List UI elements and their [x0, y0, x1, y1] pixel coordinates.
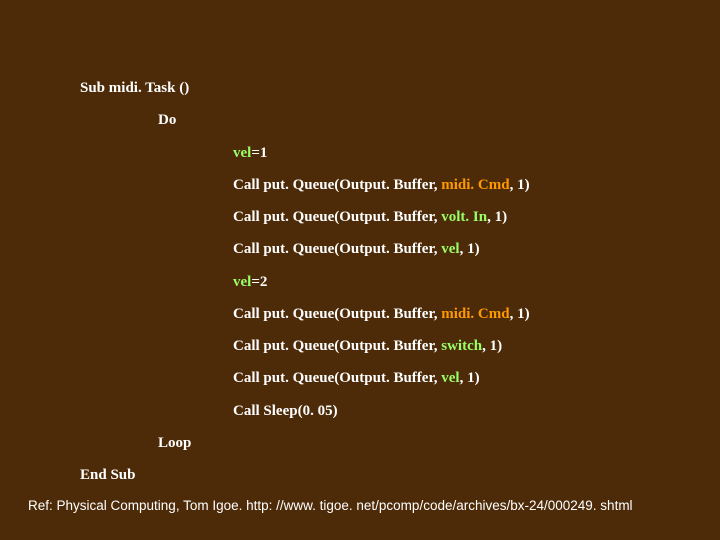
code-line-call5: Call put. Queue(Output. Buffer, switch, … — [80, 338, 680, 355]
code-line-vel1: vel=1 — [80, 145, 680, 162]
code-line-call6: Call put. Queue(Output. Buffer, vel, 1) — [80, 370, 680, 387]
code-text: End Sub — [80, 467, 135, 483]
code-line-sleep: Call Sleep(0. 05) — [80, 403, 680, 420]
code-text: , 1) — [460, 370, 480, 386]
code-text: Call put. Queue(Output. Buffer, — [233, 306, 441, 322]
footer-reference: Ref: Physical Computing, Tom Igoe. http:… — [28, 498, 633, 513]
code-line-sub: Sub midi. Task () — [80, 80, 680, 97]
slide: Sub midi. Task () Do vel=1 Call put. Que… — [0, 0, 720, 540]
code-line-call4: Call put. Queue(Output. Buffer, midi. Cm… — [80, 306, 680, 323]
code-text: , 1) — [510, 177, 530, 193]
code-arg: midi. Cmd — [441, 177, 509, 193]
code-line-call3: Call put. Queue(Output. Buffer, vel, 1) — [80, 241, 680, 258]
code-line-call2: Call put. Queue(Output. Buffer, volt. In… — [80, 209, 680, 226]
code-text: Call put. Queue(Output. Buffer, — [233, 370, 441, 386]
code-line-vel2: vel=2 — [80, 274, 680, 291]
code-arg: vel — [441, 241, 459, 257]
code-text: =2 — [251, 274, 267, 290]
code-text: Sub midi. Task () — [80, 80, 189, 96]
code-text: , 1) — [487, 209, 507, 225]
code-text: Call put. Queue(Output. Buffer, — [233, 177, 441, 193]
code-text: Call Sleep(0. 05) — [233, 403, 338, 419]
code-text: Loop — [158, 435, 191, 451]
code-text: =1 — [251, 145, 267, 161]
code-line-loop: Loop — [80, 435, 680, 452]
code-arg: volt. In — [441, 209, 487, 225]
code-line-call1: Call put. Queue(Output. Buffer, midi. Cm… — [80, 177, 680, 194]
code-line-do: Do — [80, 112, 680, 129]
code-arg: switch — [441, 338, 482, 354]
code-block: Sub midi. Task () Do vel=1 Call put. Que… — [80, 80, 680, 499]
code-text: Call put. Queue(Output. Buffer, — [233, 209, 441, 225]
code-arg: vel — [441, 370, 459, 386]
code-text: , 1) — [482, 338, 502, 354]
footer-text: Ref: Physical Computing, Tom Igoe. http:… — [28, 498, 633, 513]
code-text: , 1) — [510, 306, 530, 322]
code-var: vel — [233, 274, 251, 290]
code-arg: midi. Cmd — [441, 306, 509, 322]
code-text: , 1) — [460, 241, 480, 257]
code-line-endsub: End Sub — [80, 467, 680, 484]
code-text: Call put. Queue(Output. Buffer, — [233, 241, 441, 257]
code-var: vel — [233, 145, 251, 161]
code-text: Do — [158, 112, 176, 128]
code-text: Call put. Queue(Output. Buffer, — [233, 338, 441, 354]
